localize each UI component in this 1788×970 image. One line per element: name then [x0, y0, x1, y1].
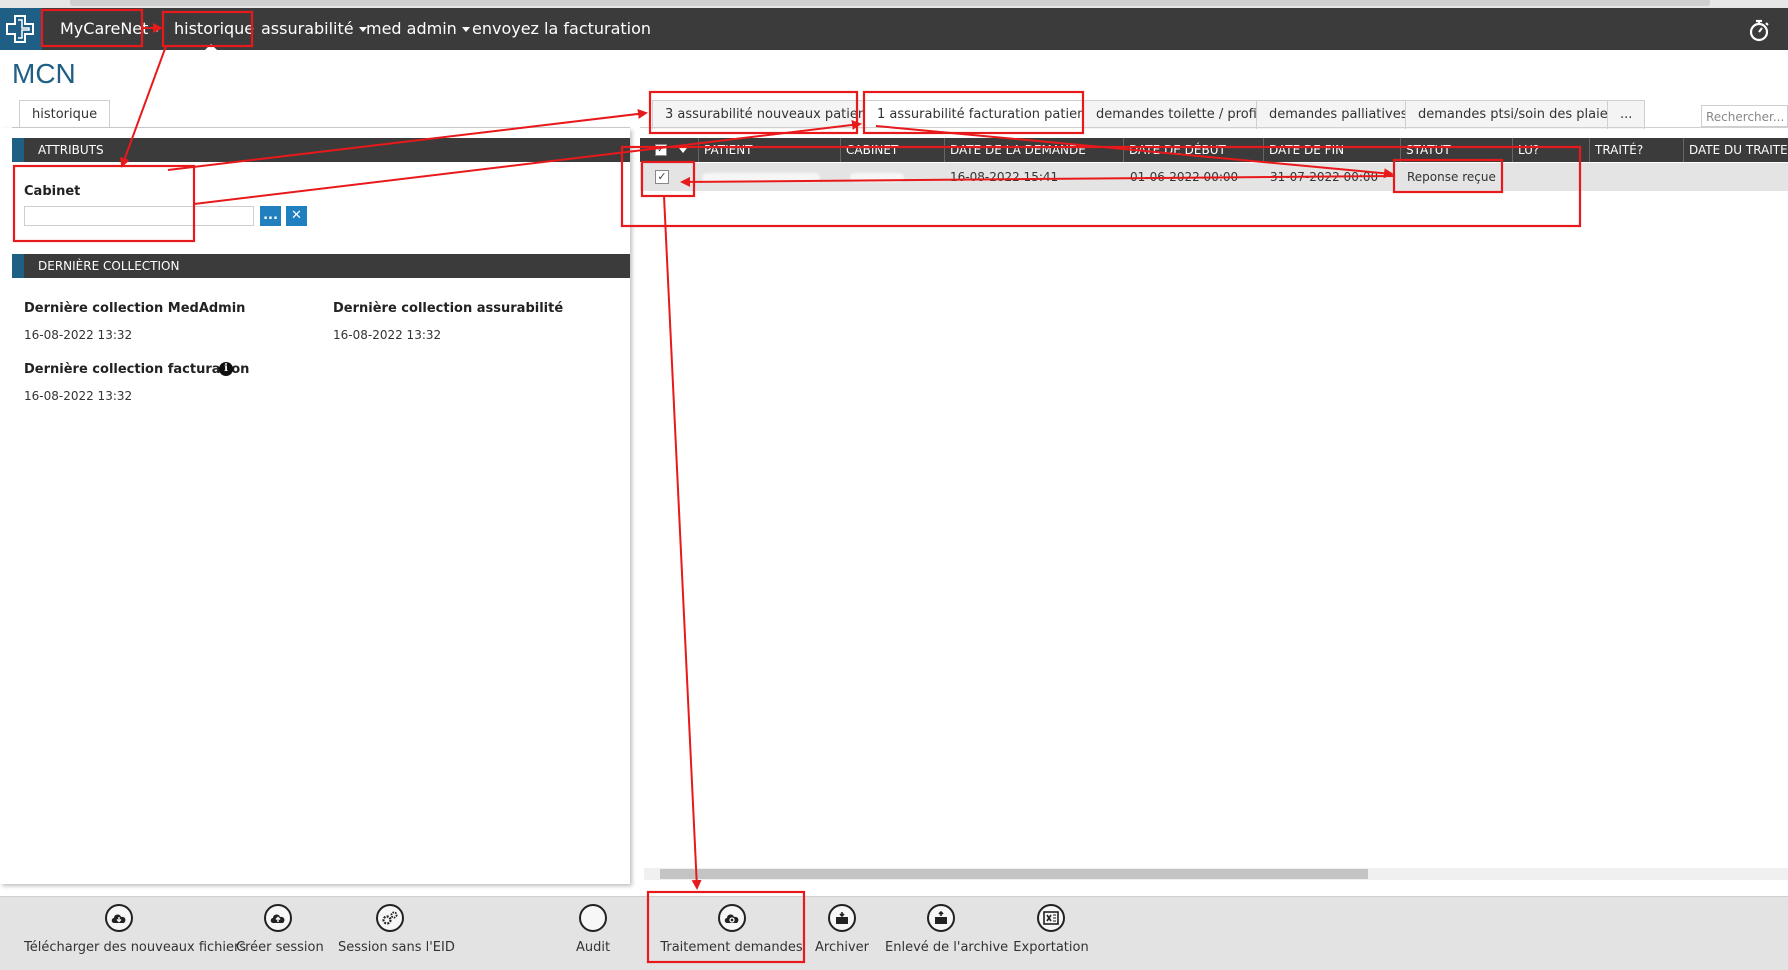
archive-button[interactable]: Archiver — [812, 904, 872, 955]
collection-assurabilite-value: 16-08-2022 13:32 — [333, 328, 442, 342]
info-icon[interactable]: i — [219, 362, 233, 376]
browser-chrome-strip — [0, 0, 1788, 8]
scrollbar-thumb[interactable] — [660, 869, 1368, 879]
toolbar-item-label: Audit — [575, 940, 611, 955]
left-attributes-panel — [0, 128, 630, 884]
chevron-down-icon — [461, 27, 470, 32]
nav-item-label: envoyez la facturation — [472, 19, 652, 38]
table-row[interactable]: ✓ 16-08-2022 15:41 01-06-2022 00:00 31-0… — [640, 163, 1788, 191]
nav-item-envoyez-facturation[interactable]: envoyez la facturation — [472, 8, 651, 50]
toolbar-item-label: Archiver — [815, 940, 869, 955]
tab-demandes-ptsi[interactable]: demandes ptsi/soin des plaies — [1405, 100, 1628, 129]
circle-icon — [579, 904, 607, 932]
last-collection-section-header: DERNIÈRE COLLECTION — [12, 254, 630, 278]
chevron-down-icon[interactable] — [679, 148, 687, 153]
cabinet-label: Cabinet — [24, 184, 81, 199]
cloud-download-icon — [105, 904, 133, 932]
column-header-date-demande[interactable]: DATE DE LA DEMANDE — [944, 138, 1123, 162]
medical-cross-icon — [6, 15, 34, 43]
tab-assurabilite-nouveaux-patients[interactable]: 3 assurabilité nouveaux patients — [652, 100, 891, 129]
excel-icon — [1037, 904, 1065, 932]
select-all-checkbox[interactable]: ✓ — [655, 144, 667, 156]
audit-button[interactable]: Audit — [563, 904, 623, 955]
chevron-down-icon — [153, 27, 162, 32]
date-demande-cell: 16-08-2022 15:41 — [950, 170, 1059, 184]
column-header-statut[interactable]: STATUT — [1400, 138, 1512, 162]
column-header-date-traitement[interactable]: DATE DU TRAITEM — [1683, 138, 1788, 162]
column-header-date-debut[interactable]: DATE DE DÉBUT — [1123, 138, 1263, 162]
page-title: MCN — [12, 58, 76, 89]
nav-item-label: historique — [174, 19, 255, 38]
collection-facturation-label: Dernière collection facturation — [24, 362, 250, 377]
unarchive-button[interactable]: Enlevé de l'archive — [885, 904, 1009, 955]
tab-demandes-toilette-profil[interactable]: demandes toilette / profil — [1083, 100, 1274, 129]
statut-cell[interactable]: Reponse reçue — [1407, 163, 1496, 191]
row-checkbox[interactable]: ✓ — [655, 170, 669, 184]
cloud-upload-icon — [264, 904, 292, 932]
create-session-button[interactable]: Créer session — [236, 904, 324, 955]
app-logo[interactable] — [0, 8, 42, 50]
nav-item-assurabilite[interactable]: assurabilité — [261, 8, 367, 50]
date-debut-cell: 01-06-2022 00:00 — [1130, 170, 1239, 184]
timer-icon[interactable] — [1748, 18, 1770, 46]
archive-icon — [828, 904, 856, 932]
attributes-section-header: ATTRIBUTS — [12, 138, 630, 162]
process-requests-button[interactable]: Traitement demandes — [660, 904, 803, 955]
tab-assurabilite-facturation-patients[interactable]: 1 assurabilité facturation patients — [864, 100, 1111, 129]
date-fin-cell: 31-07-2022 00:00 — [1270, 170, 1379, 184]
download-new-files-button[interactable]: Télécharger des nouveaux fichiers — [24, 904, 247, 955]
collection-assurabilite-label: Dernière collection assurabilité — [333, 301, 564, 316]
nav-item-med-admin[interactable]: med admin — [366, 8, 470, 50]
nav-item-label: assurabilité — [261, 19, 354, 38]
toolbar-item-label: Créer session — [236, 940, 324, 955]
cloud-gear-icon — [717, 904, 746, 932]
tab-historique[interactable]: historique — [19, 100, 111, 129]
toolbar-item-label: Télécharger des nouveaux fichiers — [24, 940, 247, 955]
toolbar-item-label: Exportation — [1013, 940, 1089, 955]
search-input[interactable]: Rechercher... — [1701, 105, 1788, 127]
column-header-traite[interactable]: TRAITÉ? — [1589, 138, 1683, 162]
grid-header: ✓ PATIENT CABINET DATE DE LA DEMANDE DAT… — [640, 138, 1788, 162]
cabinet-clear-button[interactable]: ✕ — [286, 206, 307, 226]
nav-brand-label: MyCareNet — [60, 19, 149, 38]
tab-more[interactable]: ... — [1607, 100, 1646, 129]
toolbar-item-label: Traitement demandes — [660, 940, 803, 955]
tab-divider — [640, 127, 1788, 128]
cabinet-browse-button[interactable]: ... — [260, 206, 281, 226]
toolbar-item-label: Session sans l'EID — [338, 940, 455, 955]
toolbar-item-label: Enlevé de l'archive — [885, 940, 1009, 955]
collection-medadmin-value: 16-08-2022 13:32 — [24, 328, 133, 342]
active-nav-indicator — [205, 44, 217, 50]
export-button[interactable]: Exportation — [1011, 904, 1091, 955]
cabinet-cell-redacted — [850, 173, 904, 182]
session-without-eid-button[interactable]: Session sans l'EID — [338, 904, 455, 955]
cabinet-input[interactable] — [24, 206, 254, 226]
column-header-patient[interactable]: PATIENT — [698, 138, 840, 162]
tab-demandes-palliatives[interactable]: demandes palliatives — [1256, 100, 1421, 129]
collection-facturation-value: 16-08-2022 13:32 — [24, 389, 133, 403]
column-header-date-fin[interactable]: DATE DE FIN — [1263, 138, 1400, 162]
column-header-cabinet[interactable]: CABINET — [840, 138, 918, 162]
collection-medadmin-label: Dernière collection MedAdmin — [24, 301, 246, 316]
gears-icon — [376, 904, 404, 932]
patient-cell-redacted — [702, 173, 820, 182]
unarchive-icon — [927, 904, 955, 932]
nav-brand-mycarenet[interactable]: MyCareNet — [60, 8, 162, 50]
nav-item-label: med admin — [366, 19, 457, 38]
